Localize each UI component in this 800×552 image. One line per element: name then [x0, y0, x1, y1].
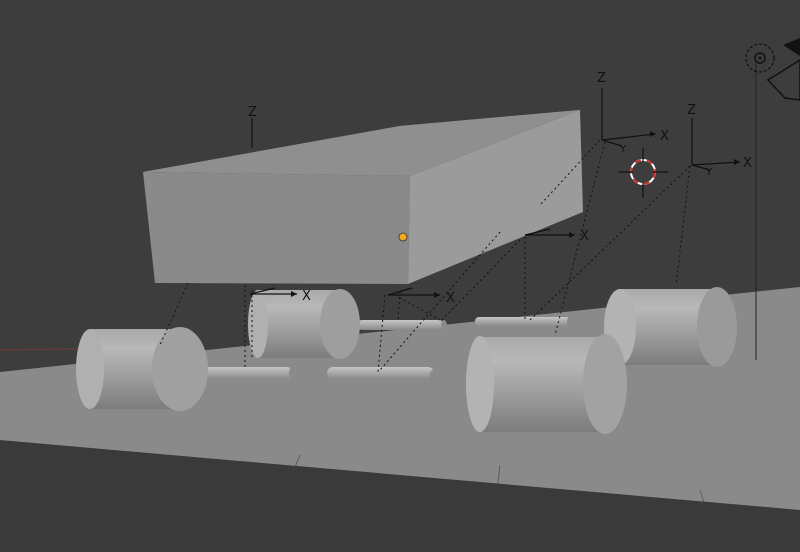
object-origin-dot[interactable]	[398, 232, 408, 242]
chassis-front-face	[143, 172, 410, 284]
wheel-front-right[interactable]	[466, 334, 627, 434]
axis-label-x: X	[446, 291, 455, 306]
wheel-front-left[interactable]	[76, 327, 208, 411]
axle-front-left[interactable]	[196, 367, 295, 379]
3d-viewport[interactable]: Z Z X Y Z X Y X X X	[0, 0, 800, 552]
axis-label-z: Z	[248, 105, 257, 120]
axis-label-x: X	[580, 229, 589, 244]
wheel-back-right[interactable]	[604, 287, 737, 367]
axis-label-x: X	[743, 156, 752, 171]
axle-middle[interactable]	[357, 320, 447, 330]
axis-label-z: Z	[687, 103, 696, 118]
axis-label-x: X	[660, 129, 669, 144]
axis-label-y: Y	[705, 167, 713, 178]
axis-label-x: X	[302, 289, 311, 304]
axis-label-y: Y	[619, 144, 627, 155]
axis-label-z: Z	[597, 71, 606, 86]
